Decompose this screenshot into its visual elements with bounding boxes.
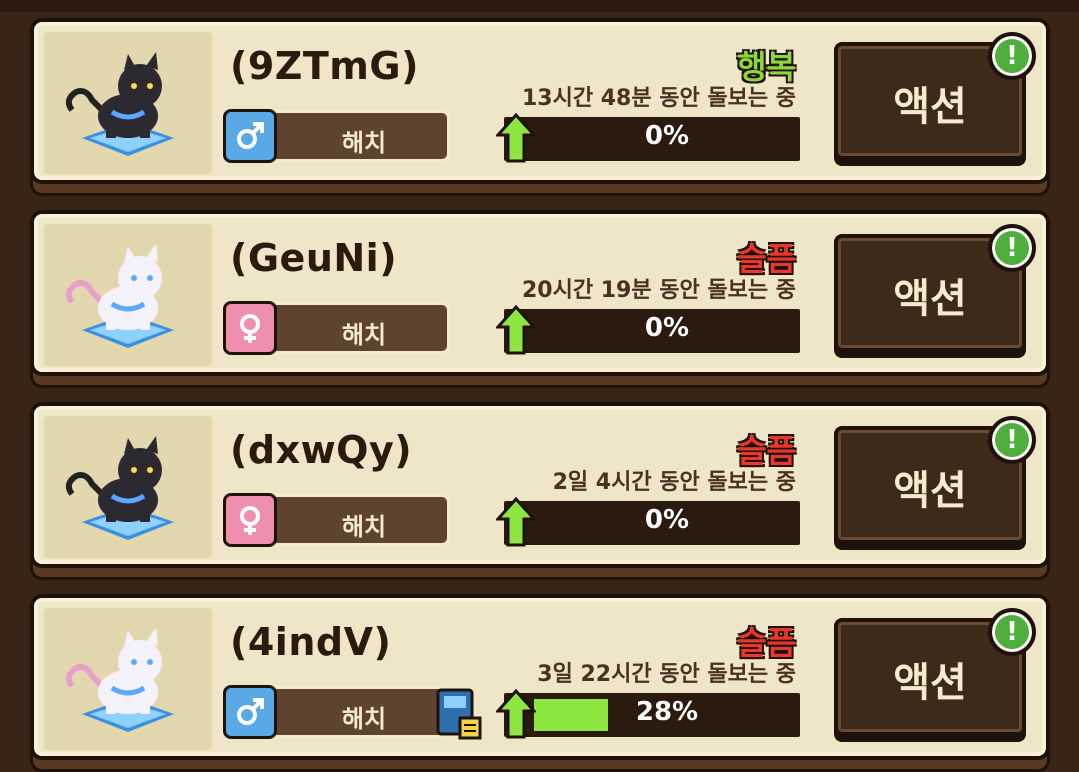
alert-mark: ! [1006, 41, 1018, 71]
pet-sprite-icon [65, 628, 174, 732]
pet-sprite-icon [65, 52, 174, 156]
card-body: (9ZTmG) 해치 행복 13시간 48분 동안 돌보는 중 0% 액션 ! [30, 18, 1050, 184]
card-body: (dxwQy) 해치 슬픔 2일 4시간 동안 돌보는 중 0% 액션 ! [30, 402, 1050, 568]
card-body: (GeuNi) 해치 슬픔 20시간 19분 동안 돌보는 중 0% 액션 ! [30, 210, 1050, 376]
growth-progress-bar: 28% [496, 689, 800, 739]
stage-label: 해치 [341, 705, 387, 733]
care-time: 20시간 19분 동안 돌보는 중 [521, 278, 796, 303]
pet-name: (4indV) [230, 620, 392, 664]
stage-box: 해치 [223, 685, 450, 739]
diary-icon[interactable] [434, 688, 482, 742]
stage-box: 해치 [223, 109, 450, 163]
care-time: 2일 4시간 동안 돌보는 중 [552, 470, 796, 495]
stage-box: 해치 [223, 493, 450, 547]
top-strip [0, 0, 1079, 12]
pet-portrait[interactable] [44, 608, 212, 750]
growth-progress-bar: 0% [496, 305, 800, 355]
action-button-label: 액션 [893, 468, 967, 514]
progress-text: 0% [644, 313, 690, 343]
alert-mark: ! [1006, 425, 1018, 455]
pet-portrait[interactable] [44, 416, 212, 558]
action-button-label: 액션 [893, 660, 967, 706]
gender-icon [223, 493, 277, 547]
pet-card: (GeuNi) 해치 슬픔 20시간 19분 동안 돌보는 중 0% 액션 ! [30, 210, 1050, 388]
stage-label: 해치 [341, 129, 387, 157]
progress-text: 0% [644, 505, 690, 535]
alert-mark: ! [1006, 617, 1018, 647]
alert-badge-icon[interactable]: ! [988, 32, 1036, 80]
progress-text: 0% [644, 121, 690, 151]
pet-sprite-icon [65, 436, 174, 540]
pet-name: (GeuNi) [230, 236, 398, 280]
card-body: (4indV) 해치 슬픔 3일 22시간 동안 돌보는 중 28% 액션 ! [30, 594, 1050, 760]
pet-name: (9ZTmG) [230, 44, 419, 88]
progress-text: 28% [635, 697, 699, 727]
care-time: 13시간 48분 동안 돌보는 중 [521, 86, 796, 111]
growth-progress-bar: 0% [496, 497, 800, 547]
gender-icon [223, 109, 277, 163]
gender-symbol-icon [240, 506, 260, 535]
stage-label: 해치 [341, 321, 387, 349]
pet-portrait[interactable] [44, 32, 212, 174]
pet-card: (4indV) 해치 슬픔 3일 22시간 동안 돌보는 중 28% 액션 ! [30, 594, 1050, 772]
care-time: 3일 22시간 동안 돌보는 중 [537, 662, 796, 687]
up-arrow-icon [496, 113, 536, 163]
pet-sprite-icon [65, 244, 174, 348]
alert-badge-icon[interactable]: ! [988, 224, 1036, 272]
gender-symbol-icon [237, 698, 264, 725]
stage-box: 해치 [223, 301, 450, 355]
gender-symbol-icon [237, 122, 264, 149]
growth-progress-bar: 0% [496, 113, 800, 163]
alert-badge-icon[interactable]: ! [988, 608, 1036, 656]
up-arrow-icon [496, 305, 536, 355]
gender-symbol-icon [240, 314, 260, 343]
pet-portrait[interactable] [44, 224, 212, 366]
pet-card: (dxwQy) 해치 슬픔 2일 4시간 동안 돌보는 중 0% 액션 ! [30, 402, 1050, 580]
gender-icon [223, 301, 277, 355]
pet-name: (dxwQy) [230, 428, 413, 472]
up-arrow-icon [496, 497, 536, 547]
gender-icon [223, 685, 277, 739]
stage-label: 해치 [341, 513, 387, 541]
action-button-label: 액션 [893, 276, 967, 322]
action-button-label: 액션 [893, 84, 967, 130]
pet-card: (9ZTmG) 해치 행복 13시간 48분 동안 돌보는 중 0% 액션 ! [30, 18, 1050, 196]
alert-badge-icon[interactable]: ! [988, 416, 1036, 464]
alert-mark: ! [1006, 233, 1018, 263]
up-arrow-icon [496, 689, 536, 739]
